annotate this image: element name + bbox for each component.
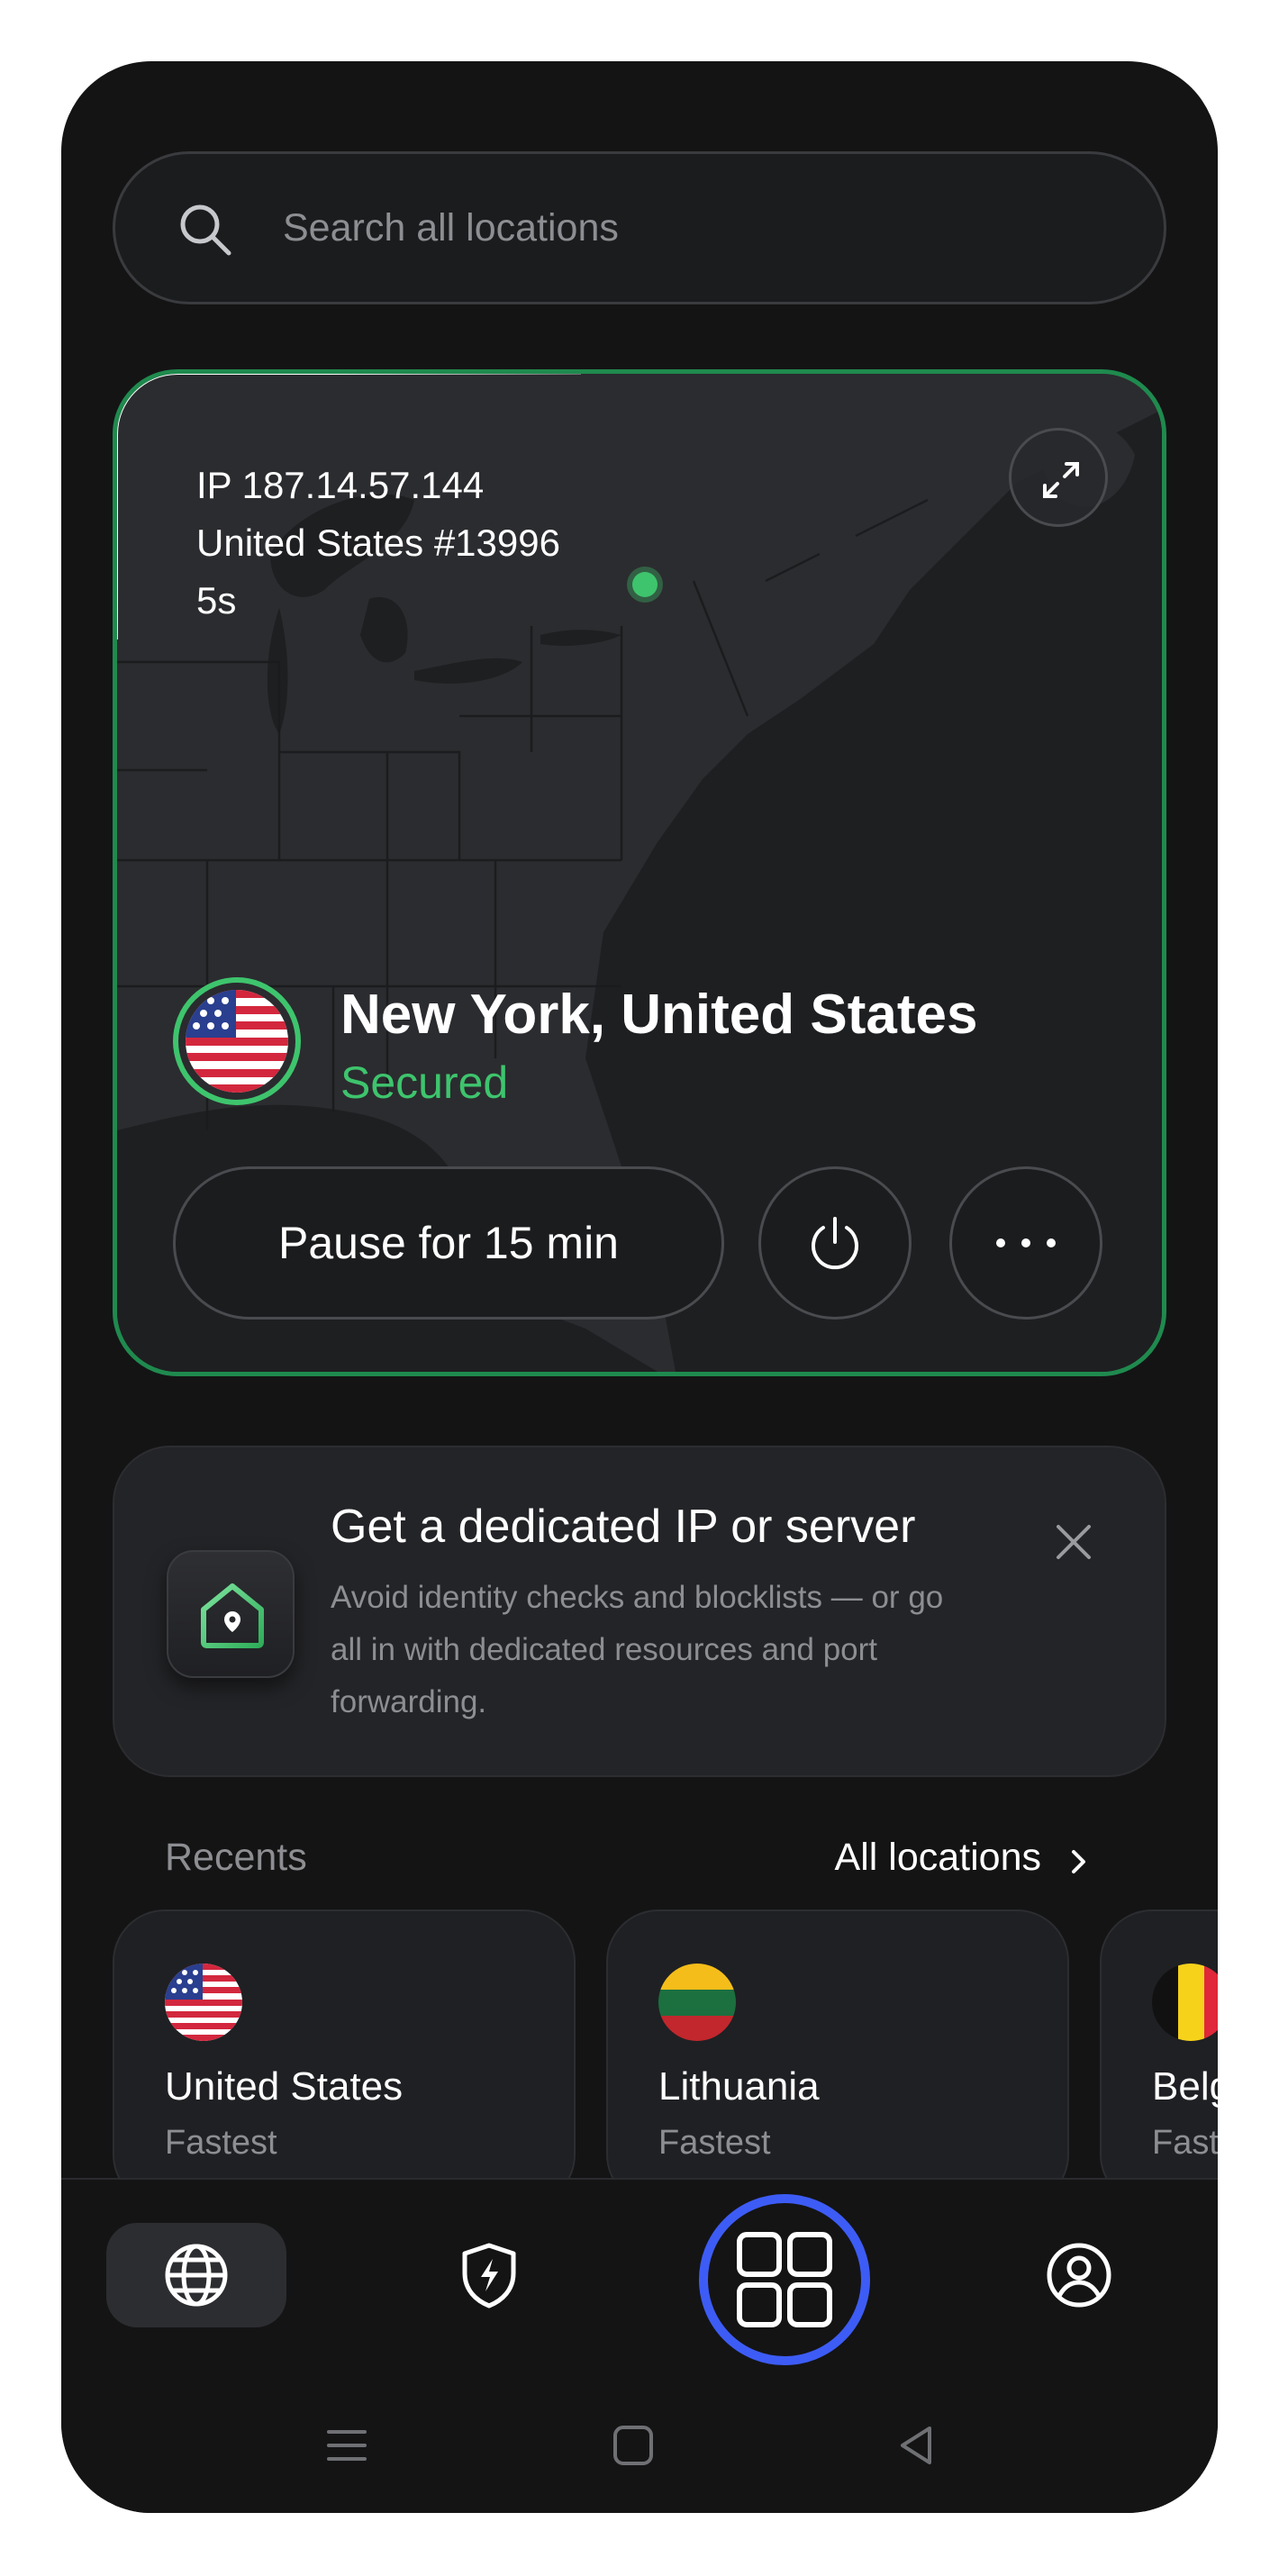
search-input[interactable]: Search all locations — [283, 154, 619, 302]
dedicated-ip-promo[interactable]: Get a dedicated IP or server Avoid ident… — [113, 1446, 1166, 1777]
nav-apps-tab[interactable] — [699, 2194, 870, 2365]
nav-account-tab[interactable] — [989, 2223, 1169, 2327]
chevron-right-icon[interactable] — [1065, 1846, 1092, 1877]
recent-item[interactable]: United States Fastest — [113, 1909, 576, 2207]
server-name: United States #13996 — [196, 522, 560, 564]
connection-status: Secured — [340, 1057, 509, 1108]
recent-mode: Fastest — [165, 2124, 277, 2162]
recent-country: Lithuania — [658, 2064, 820, 2109]
recent-apps-icon[interactable] — [324, 2423, 369, 2468]
recent-country: United States — [165, 2064, 404, 2109]
recents-label: Recents — [165, 1836, 307, 1879]
connection-info: IP 187.14.57.144 United States #13996 5s — [196, 457, 560, 630]
globe-icon — [165, 2244, 228, 2307]
connection-duration: 5s — [196, 579, 237, 621]
more-options-button[interactable] — [949, 1166, 1102, 1320]
all-locations-label: All locations — [834, 1836, 1041, 1879]
promo-body: Avoid identity checks and blocklists — o… — [331, 1580, 944, 1719]
nav-locations-tab[interactable] — [106, 2223, 286, 2327]
recent-mode: Fastest — [658, 2124, 771, 2162]
recent-mode: Fastest — [1152, 2124, 1218, 2162]
shield-bolt-icon — [462, 2243, 516, 2308]
all-locations-link[interactable]: All locations — [835, 1836, 1041, 1880]
home-icon[interactable] — [611, 2423, 656, 2468]
back-icon[interactable] — [893, 2423, 939, 2468]
connection-card: IP 187.14.57.144 United States #13996 5s — [113, 369, 1166, 1376]
lithuania-flag-icon — [658, 1964, 736, 2041]
recent-item[interactable]: Belgium Fastest — [1100, 1909, 1218, 2207]
search-icon — [180, 204, 231, 256]
us-flag-icon — [173, 977, 301, 1105]
nav-protection-tab[interactable] — [399, 2223, 579, 2327]
ip-address: IP 187.14.57.144 — [196, 464, 485, 506]
promo-title: Get a dedicated IP or server — [331, 1501, 916, 1553]
us-flag-icon — [165, 1964, 242, 2041]
recent-item[interactable]: Lithuania Fastest — [606, 1909, 1069, 2207]
belgium-flag-icon — [1152, 1964, 1218, 2041]
search-bar[interactable]: Search all locations — [113, 151, 1166, 304]
app-screen: Search all locations IP 187.14.57.144 Un… — [61, 61, 1218, 2513]
expand-icon — [1043, 462, 1079, 498]
grid-icon — [737, 2232, 832, 2327]
recent-country: Belgium — [1152, 2064, 1218, 2109]
system-navigation-bar — [61, 2403, 1218, 2493]
expand-map-button[interactable] — [1009, 428, 1108, 527]
pause-button[interactable]: Pause for 15 min — [173, 1166, 724, 1320]
account-icon — [1047, 2243, 1111, 2308]
more-icon — [996, 1238, 1056, 1247]
current-location: New York, United States Secured — [173, 977, 1128, 1112]
location-name: New York, United States — [340, 984, 978, 1046]
close-icon[interactable] — [1051, 1519, 1096, 1565]
disconnect-button[interactable] — [758, 1166, 912, 1320]
home-location-icon — [167, 1550, 295, 1678]
power-icon — [812, 1217, 858, 1270]
